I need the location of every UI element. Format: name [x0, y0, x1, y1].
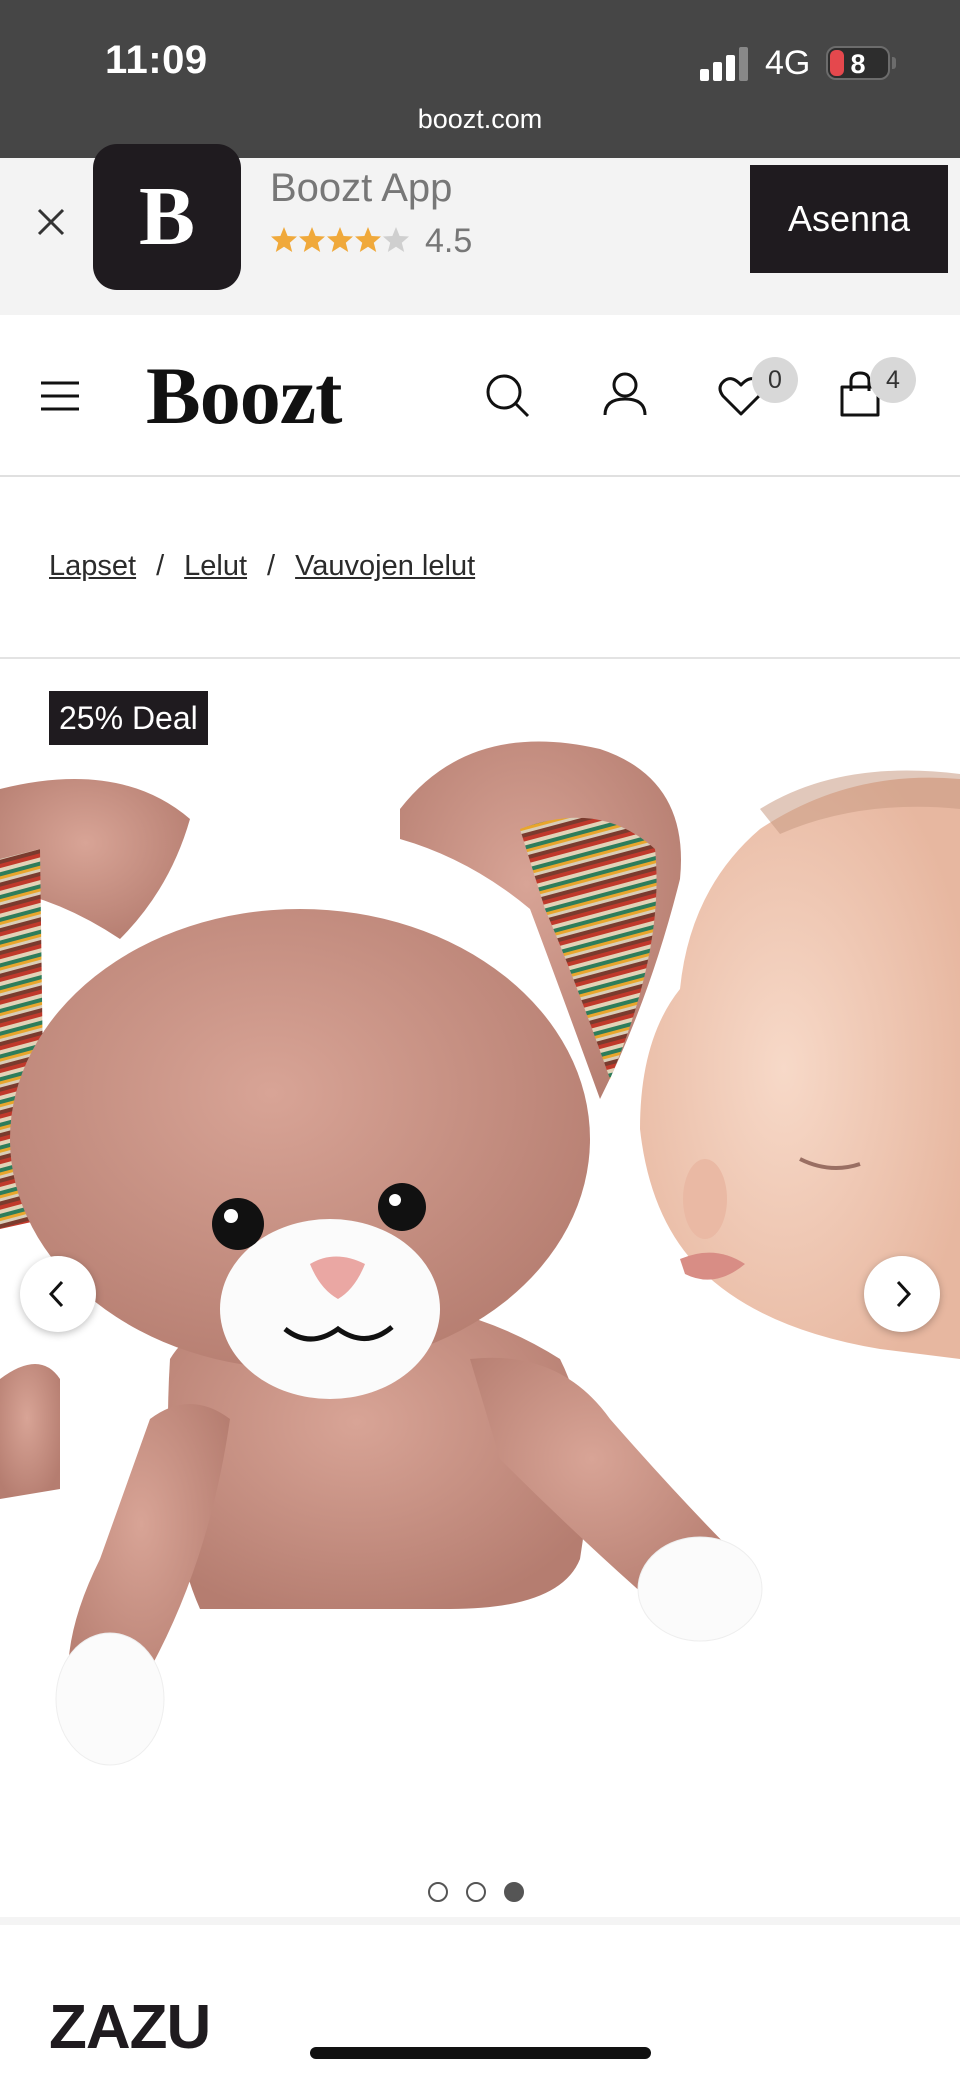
- rating-value: 4.5: [425, 222, 473, 260]
- search-icon[interactable]: [484, 372, 530, 418]
- home-indicator[interactable]: [310, 2047, 651, 2059]
- url-bar[interactable]: boozt.com: [0, 104, 960, 135]
- deal-badge: 25% Deal: [49, 691, 208, 745]
- breadcrumb-separator: /: [156, 550, 165, 582]
- product-brand[interactable]: ZAZU: [49, 1992, 211, 2063]
- next-image-button[interactable]: [864, 1256, 940, 1332]
- chevron-left-icon: [48, 1280, 64, 1308]
- signal-icon: [700, 47, 748, 81]
- breadcrumb-link-vauvojen-lelut[interactable]: Vauvojen lelut: [295, 550, 475, 582]
- pagination-dot-active[interactable]: [504, 1882, 524, 1902]
- menu-icon[interactable]: [40, 381, 80, 411]
- pagination-dot[interactable]: [428, 1882, 448, 1902]
- breadcrumb-link-lelut[interactable]: Lelut: [184, 550, 247, 582]
- status-bar: 11:09 4G 8 boozt.com: [0, 0, 960, 158]
- breadcrumb-separator: /: [267, 550, 276, 582]
- wishlist-count-badge: 0: [752, 357, 798, 403]
- network-type: 4G: [765, 44, 811, 82]
- battery-level: 8: [850, 49, 866, 79]
- app-install-banner: B Boozt App 4.5 Asenna: [0, 144, 960, 315]
- product-image-gallery[interactable]: 25% Deal: [0, 659, 960, 1917]
- battery-icon: 8: [826, 46, 890, 80]
- battery-tip: [892, 57, 896, 69]
- app-name: Boozt App: [270, 166, 453, 210]
- app-icon: B: [93, 144, 241, 290]
- image-pagination: [428, 1882, 542, 1902]
- site-header: Boozt 0 4: [0, 315, 960, 477]
- clock: 11:09: [105, 38, 208, 82]
- star-rating-icon: [271, 227, 409, 252]
- cart-count-badge: 4: [870, 357, 916, 403]
- breadcrumb: Lapset / Lelut / Vauvojen lelut: [49, 550, 475, 583]
- breadcrumb-link-lapset[interactable]: Lapset: [49, 550, 136, 582]
- install-button[interactable]: Asenna: [750, 165, 948, 273]
- pagination-dot[interactable]: [466, 1882, 486, 1902]
- section-separator: [0, 1917, 960, 1925]
- product-photo-plush-bunny-with-baby: [0, 741, 960, 1766]
- account-icon[interactable]: [602, 371, 648, 417]
- previous-image-button[interactable]: [20, 1256, 96, 1332]
- site-logo[interactable]: Boozt: [146, 349, 342, 443]
- close-icon[interactable]: [33, 204, 69, 240]
- chevron-right-icon: [896, 1280, 912, 1308]
